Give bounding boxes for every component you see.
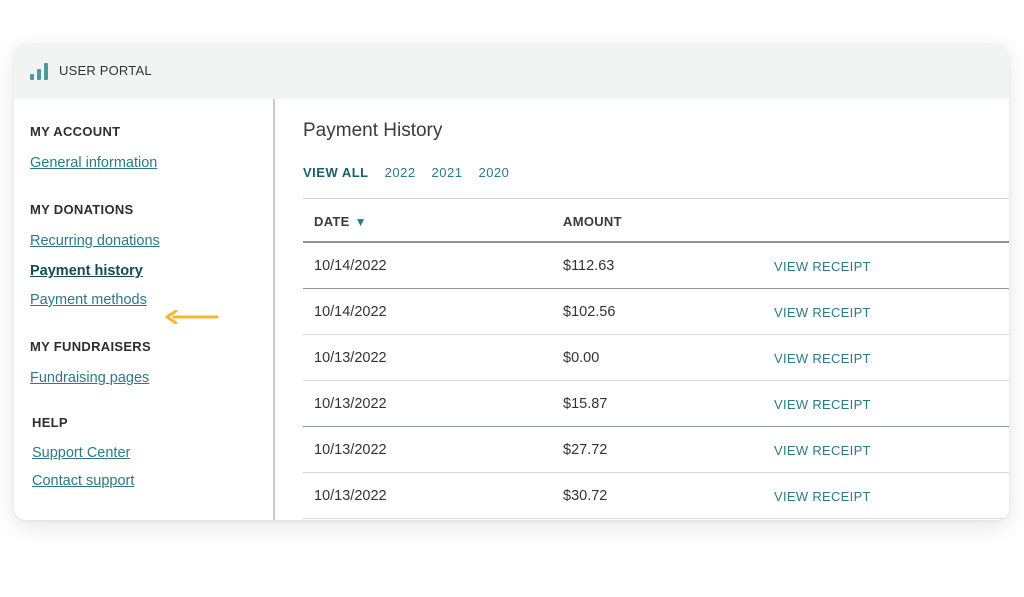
- table-row: 10/14/2022 $112.63 VIEW RECEIPT: [303, 243, 1009, 289]
- row-amount: $27.72: [563, 442, 608, 458]
- filter-tab-2020[interactable]: 2020: [478, 165, 509, 180]
- portal-window: USER PORTAL MY ACCOUNT General informati…: [14, 44, 1009, 520]
- table-row: 10/13/2022 $30.72 VIEW RECEIPT: [303, 473, 1009, 519]
- year-filter-tabs: VIEW ALL 2022 2021 2020: [303, 165, 525, 180]
- view-receipt-link[interactable]: VIEW RECEIPT: [774, 397, 871, 412]
- sidebar-link-general-information[interactable]: General information: [30, 155, 157, 171]
- sidebar-link-fundraising-pages[interactable]: Fundraising pages: [30, 370, 149, 386]
- view-receipt-link[interactable]: VIEW RECEIPT: [774, 305, 871, 320]
- view-receipt-link[interactable]: VIEW RECEIPT: [774, 489, 871, 504]
- sidebar-link-support-center[interactable]: Support Center: [32, 445, 130, 461]
- annotation-arrow-icon: [165, 310, 219, 324]
- view-receipt-link[interactable]: VIEW RECEIPT: [774, 443, 871, 458]
- column-header-date-label: DATE: [314, 214, 350, 229]
- view-receipt-link[interactable]: VIEW RECEIPT: [774, 351, 871, 366]
- page-title: Payment History: [303, 120, 443, 141]
- row-amount: $30.72: [563, 488, 608, 504]
- portal-title: USER PORTAL: [59, 63, 152, 78]
- section-heading-my-fundraisers: MY FUNDRAISERS: [30, 339, 151, 354]
- row-date: 10/14/2022: [314, 304, 387, 320]
- table-body: 10/14/2022 $112.63 VIEW RECEIPT 10/14/2022 $…: [303, 243, 1009, 519]
- payment-history-table: DATE ▼ AMOUNT 10/14/2022 $112.63 VIEW RECEI…: [303, 198, 1009, 519]
- sidebar-link-payment-methods[interactable]: Payment methods: [30, 292, 147, 308]
- section-heading-help: HELP: [32, 415, 68, 430]
- bar-chart-icon: [30, 62, 50, 80]
- section-heading-my-account: MY ACCOUNT: [30, 124, 121, 139]
- row-amount: $0.00: [563, 350, 600, 366]
- row-amount: $15.87: [563, 396, 608, 412]
- sidebar-link-payment-history[interactable]: Payment history: [30, 263, 143, 279]
- row-date: 10/13/2022: [314, 350, 387, 366]
- row-date: 10/13/2022: [314, 488, 387, 504]
- section-heading-my-donations: MY DONATIONS: [30, 202, 134, 217]
- triangle-down-icon[interactable]: ▼: [355, 215, 367, 229]
- column-header-date[interactable]: DATE ▼: [314, 214, 367, 229]
- row-date: 10/14/2022: [314, 258, 387, 274]
- table-row: 10/13/2022 $15.87 VIEW RECEIPT: [303, 381, 1009, 427]
- sidebar-link-recurring-donations[interactable]: Recurring donations: [30, 233, 160, 249]
- column-header-amount: AMOUNT: [563, 214, 622, 229]
- table-row: 10/14/2022 $102.56 VIEW RECEIPT: [303, 289, 1009, 335]
- sidebar: MY ACCOUNT General information MY DONATI…: [14, 99, 275, 520]
- row-date: 10/13/2022: [314, 442, 387, 458]
- top-bar: USER PORTAL: [14, 44, 1009, 99]
- row-date: 10/13/2022: [314, 396, 387, 412]
- sidebar-link-contact-support[interactable]: Contact support: [32, 473, 134, 489]
- table-row: 10/13/2022 $0.00 VIEW RECEIPT: [303, 335, 1009, 381]
- filter-tab-2021[interactable]: 2021: [432, 165, 463, 180]
- row-amount: $112.63: [563, 258, 615, 274]
- main-content: Payment History VIEW ALL 2022 2021 2020 …: [277, 99, 1009, 520]
- row-amount: $102.56: [563, 304, 616, 320]
- filter-tab-2022[interactable]: 2022: [385, 165, 416, 180]
- view-receipt-link[interactable]: VIEW RECEIPT: [774, 259, 871, 274]
- filter-tab-view-all[interactable]: VIEW ALL: [303, 165, 369, 180]
- table-header: DATE ▼ AMOUNT: [303, 198, 1009, 243]
- table-row: 10/13/2022 $27.72 VIEW RECEIPT: [303, 427, 1009, 473]
